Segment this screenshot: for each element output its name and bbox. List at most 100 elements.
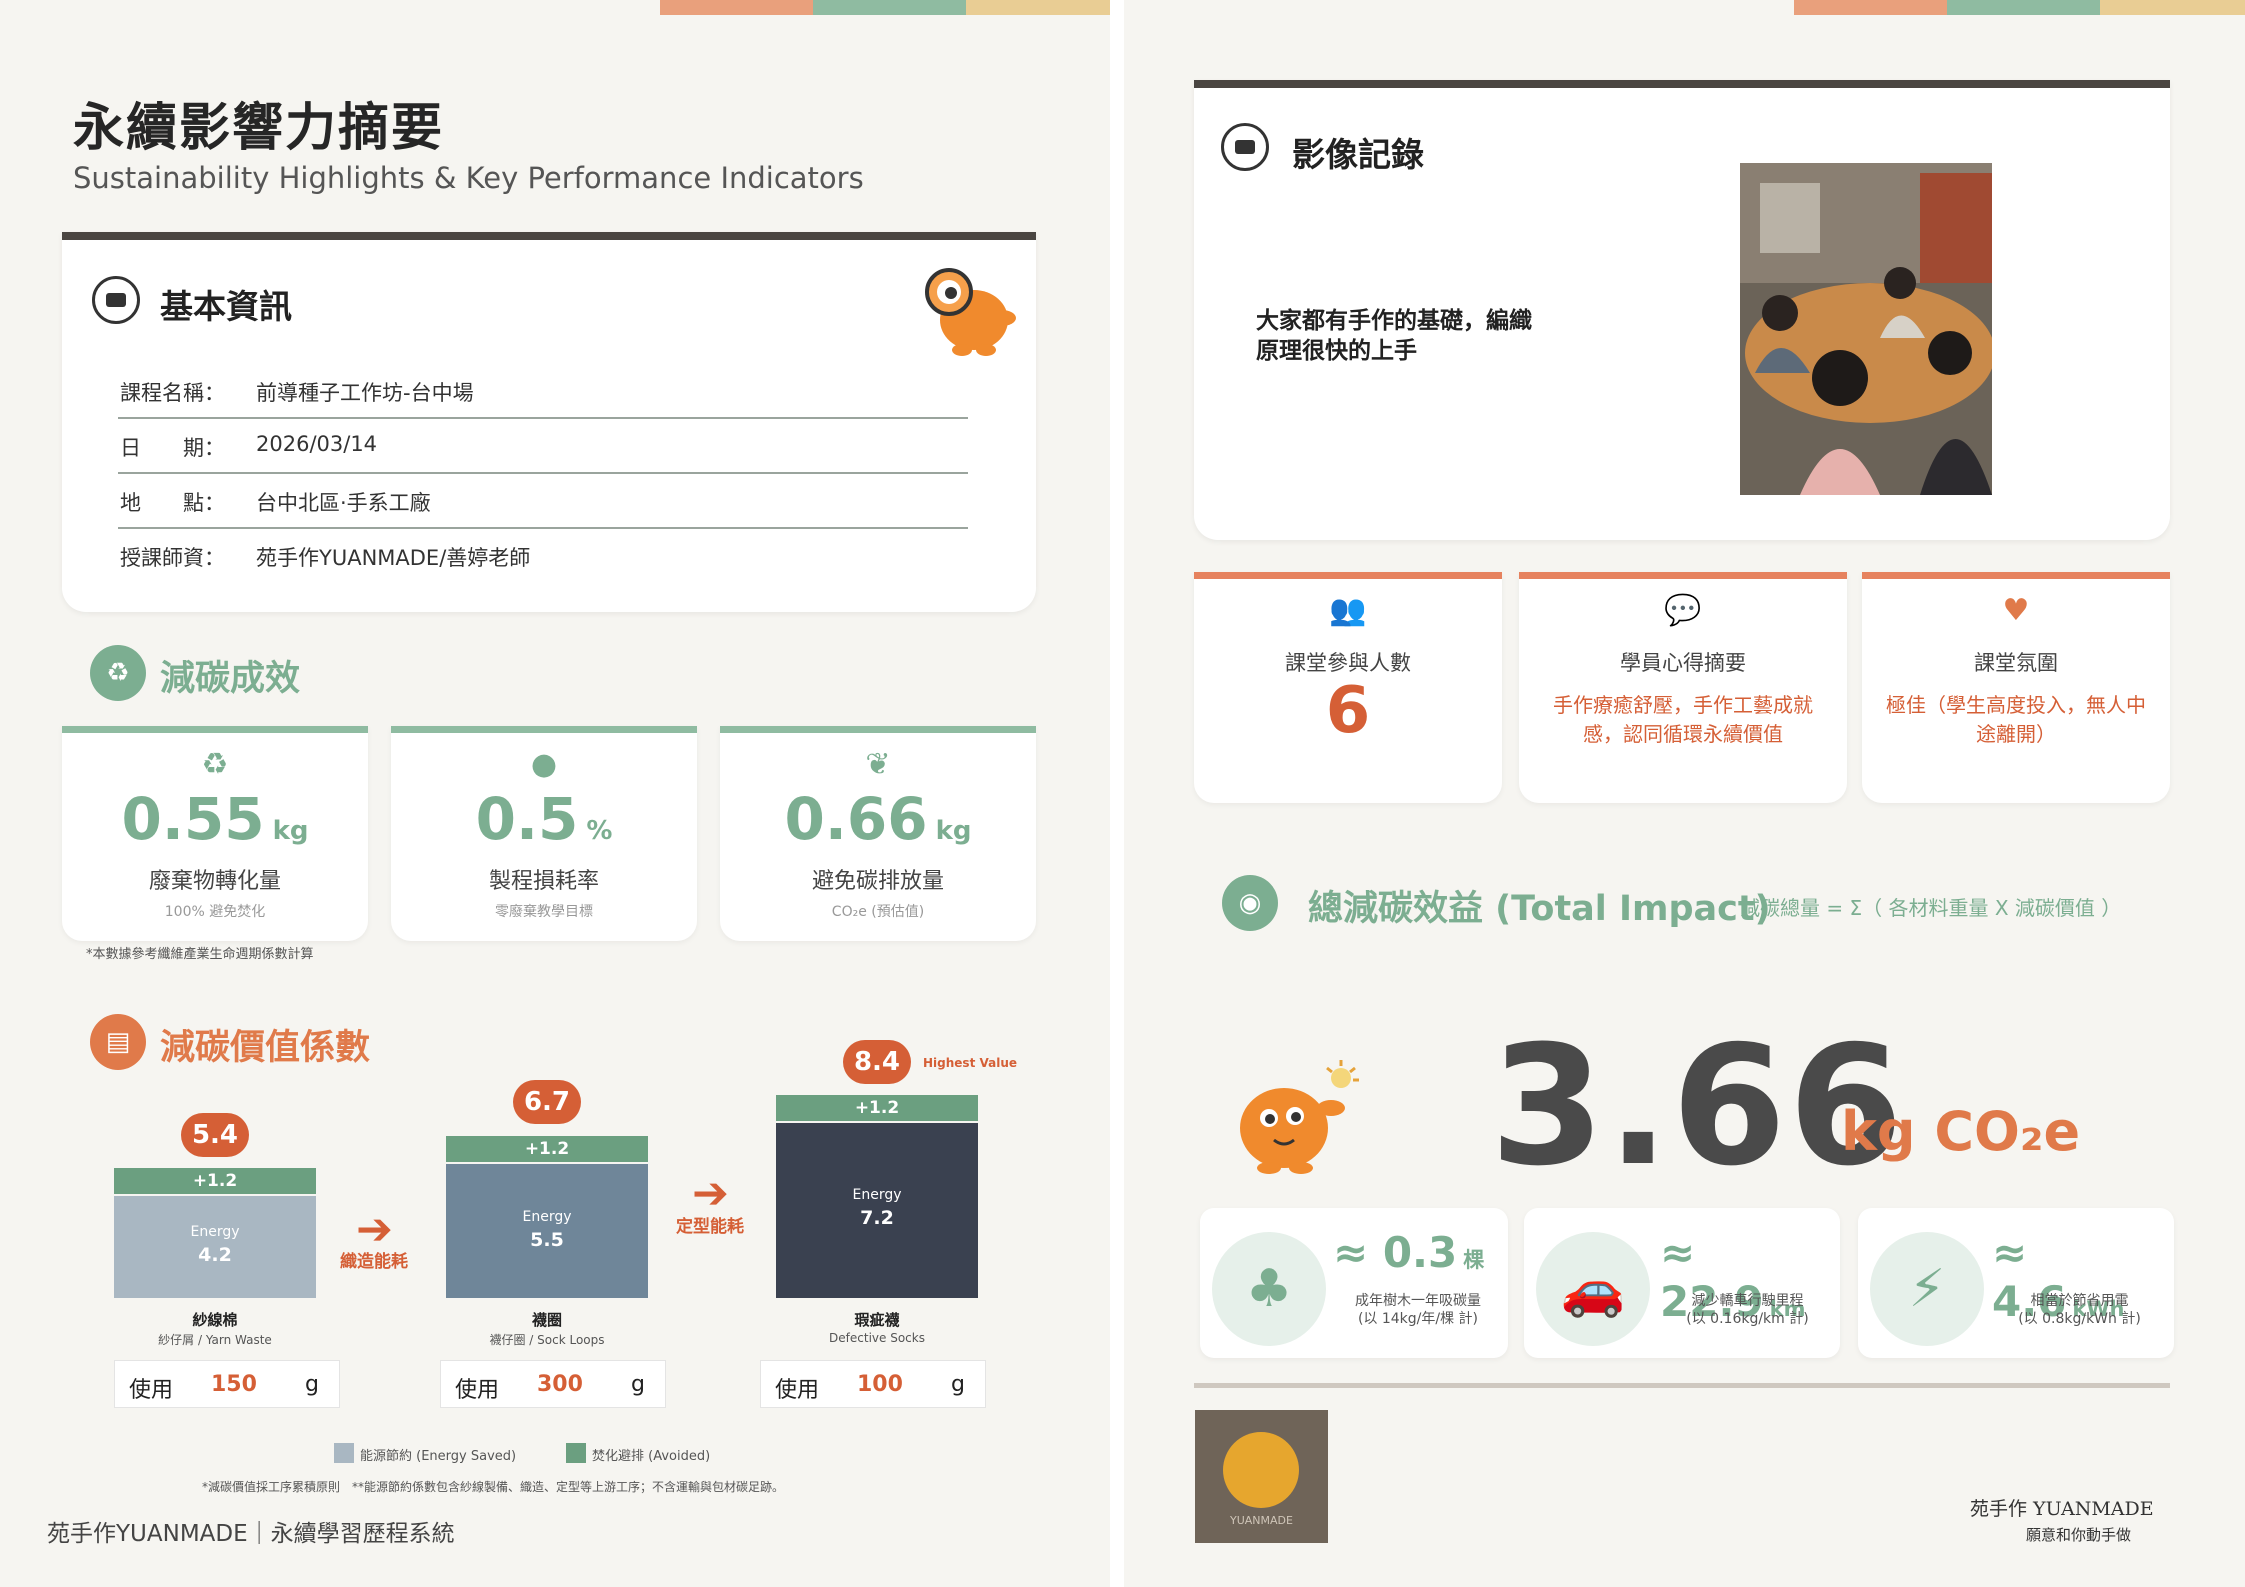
info-value: 2026/03/14: [256, 432, 378, 456]
usage-value: 100: [857, 1372, 903, 1397]
footer-brand: 苑手作 YUANMADE: [1970, 1498, 2154, 1520]
bar-name: 紗線棉: [192, 1311, 238, 1329]
energy-value: 4.2: [198, 1244, 232, 1266]
usage-unit: g: [305, 1372, 319, 1397]
equivalent-tree: ♣ ≈ 0.3 棵 成年樹木一年吸碳量 (以 14kg/年/棵 計): [1200, 1208, 1508, 1358]
people-icon: 👥: [1329, 593, 1367, 628]
bar-energy-segment: Energy 7.2: [776, 1123, 978, 1298]
usage-value: 300: [537, 1372, 583, 1397]
info-value: 苑手作YUANMADE/善婷老師: [256, 546, 531, 570]
stat-number: 0.5: [475, 785, 579, 853]
stat-waste-converted: ♻ 0.55 kg 廢棄物轉化量 100% 避免焚化: [62, 726, 368, 941]
car-icon: 🚗: [1536, 1232, 1650, 1346]
recycle-icon: ♻: [201, 747, 229, 782]
quote-line: 大家都有手作的基礎，編織: [1256, 308, 1532, 334]
desc-line: 相當於節省用電: [2030, 1293, 2129, 1309]
total-impact-unit: kg CO₂e: [1841, 1100, 2081, 1163]
usage-label: 使用: [455, 1378, 500, 1403]
kpi-feedback-card: 💬 學員心得摘要 手作療癒舒壓，手作工藝成就感，認同循環永續價值: [1519, 572, 1847, 803]
stat-number: 0.66: [784, 785, 928, 853]
photo-quote: 大家都有手作的基礎，編織 原理很快的上手: [1256, 306, 1532, 366]
stat-label: 避免碳排放量: [811, 869, 944, 894]
desc-line: 成年樹木一年吸碳量: [1355, 1293, 1481, 1309]
logo-text: YUANMADE: [1230, 1514, 1293, 1527]
bar-sub: Defective Socks: [829, 1331, 925, 1345]
kpi-participants-card: 👥 課堂參與人數 6: [1194, 572, 1502, 803]
globe-icon: ◉: [1222, 875, 1278, 931]
bar-avoided-segment: +1.2: [776, 1095, 978, 1121]
stat-value: 0.66 kg: [720, 785, 1036, 853]
left-page: 永續影響力摘要 Sustainability Highlights & Key …: [0, 0, 1110, 1587]
chat-icon: 💬: [1664, 593, 1702, 628]
stat-unit: kg: [935, 816, 972, 846]
usage-box: 使用 300 g: [440, 1360, 666, 1408]
approx-sign: ≈: [1333, 1228, 1369, 1277]
divider: [118, 527, 968, 529]
equivalent-unit: 棵: [1463, 1248, 1485, 1272]
desc-line: (以 14kg/年/棵 計): [1357, 1311, 1479, 1327]
basic-info-title: 基本資訊: [160, 287, 292, 326]
total-impact-formula: 減碳總量 = Σ（ 各材料重量 X 減碳價值 ）: [1740, 896, 2122, 920]
energy-value: 5.5: [530, 1229, 564, 1251]
divider: [118, 472, 968, 474]
desc-line: (以 0.16kg/km 計): [1686, 1311, 1809, 1327]
brand-logo: YUANMADE: [1195, 1410, 1328, 1543]
stat-unit: kg: [272, 816, 309, 846]
info-key: 授課師資：: [120, 546, 225, 570]
stat-loss-rate: ● 0.5% 製程損耗率 零廢棄教學目標: [391, 726, 697, 941]
info-row-date: 日 期： 2026/03/14: [118, 420, 968, 474]
energy-label: Energy: [190, 1224, 240, 1240]
desc-line: (以 0.8kg/kWh 計): [2018, 1311, 2141, 1327]
kpi-label: 學員心得摘要: [1620, 651, 1746, 675]
page-subtitle: Sustainability Highlights & Key Performa…: [73, 161, 864, 195]
arrow-right-icon: ➔: [692, 1168, 729, 1219]
info-row-location: 地 點： 台中北區·手系工廠: [118, 475, 968, 529]
total-impact-title: 總減碳效益 (Total Impact): [1308, 889, 1771, 929]
equivalent-car: 🚗 ≈ 22.9 km 減少轎車行駛里程 (以 0.16kg/km 計): [1524, 1208, 1840, 1358]
legend-label: 焚化避排 (Avoided): [592, 1449, 711, 1464]
bar-energy-segment: Energy 4.2: [114, 1196, 316, 1298]
stat-sub: 100% 避免焚化: [164, 904, 266, 920]
highest-value-tag: Highest Value: [923, 1056, 1018, 1070]
bar-avoided-segment: +1.2: [446, 1136, 648, 1162]
usage-unit: g: [951, 1372, 965, 1397]
heart-icon: ♥: [2002, 593, 2030, 628]
stat-label: 製程損耗率: [488, 869, 599, 894]
coeff-footnote: *減碳價值採工序累積原則 **能源節約係數包含紗線製備、織造、定型等上游工序；不…: [202, 1480, 785, 1494]
energy-label: Energy: [852, 1187, 902, 1203]
desc-line: 減少轎車行駛里程: [1691, 1293, 1804, 1309]
usage-label: 使用: [129, 1378, 174, 1403]
arrow-right-icon: ➔: [356, 1204, 393, 1255]
stat-label: 廢棄物轉化量: [148, 869, 281, 894]
info-row-course: 課程名稱： 前導種子工作坊-台中場: [118, 365, 968, 419]
camera-icon: [1221, 123, 1269, 171]
legend-swatch-energy: [334, 1443, 354, 1463]
equivalent-number: 0.3: [1382, 1228, 1458, 1277]
usage-value: 150: [211, 1372, 257, 1397]
info-value: 前導種子工作坊-台中場: [256, 381, 474, 405]
carbon-note: *本數據參考纖維產業生命週期係數計算: [86, 947, 314, 962]
coeff-section-title: 減碳價值係數: [160, 1028, 371, 1068]
bar-sub: 紗仔屑 / Yarn Waste: [158, 1333, 272, 1347]
page-title: 永續影響力摘要: [73, 99, 445, 158]
leaf-icon: ❦: [865, 747, 891, 782]
stat-sub: 零廢棄教學目標: [495, 904, 593, 920]
top-color-strip: [660, 0, 1110, 15]
recycle-icon: ♻: [90, 645, 146, 701]
bar-name: 襪圈: [531, 1311, 562, 1329]
workshop-photo: [1740, 163, 1992, 495]
stat-value: 0.55 kg: [62, 785, 368, 853]
mascot-idea-icon: [1240, 1060, 1359, 1174]
info-key: 課程名稱：: [120, 381, 225, 405]
bolt-icon: ⚡: [1870, 1232, 1984, 1346]
logo-circle-icon: [1223, 1432, 1299, 1508]
bar-name: 瑕疵襪: [854, 1311, 900, 1329]
stat-sub: CO₂e (預估值): [831, 904, 925, 920]
bar-avoided-segment: +1.2: [114, 1168, 316, 1194]
clipboard-icon: ▤: [90, 1014, 146, 1070]
stat-avoided-emission: ❦ 0.66 kg 避免碳排放量 CO₂e (預估值): [720, 726, 1036, 941]
equivalent-electricity: ⚡ ≈ 4.6 kWh 相當於節省用電 (以 0.8kg/kWh 計): [1858, 1208, 2174, 1358]
tree-icon: ♣: [1212, 1232, 1326, 1346]
footer-slogan: 願意和你動手做: [2026, 1526, 2132, 1544]
equivalent-desc: 減少轎車行駛里程 (以 0.16kg/km 計): [1660, 1292, 1835, 1328]
